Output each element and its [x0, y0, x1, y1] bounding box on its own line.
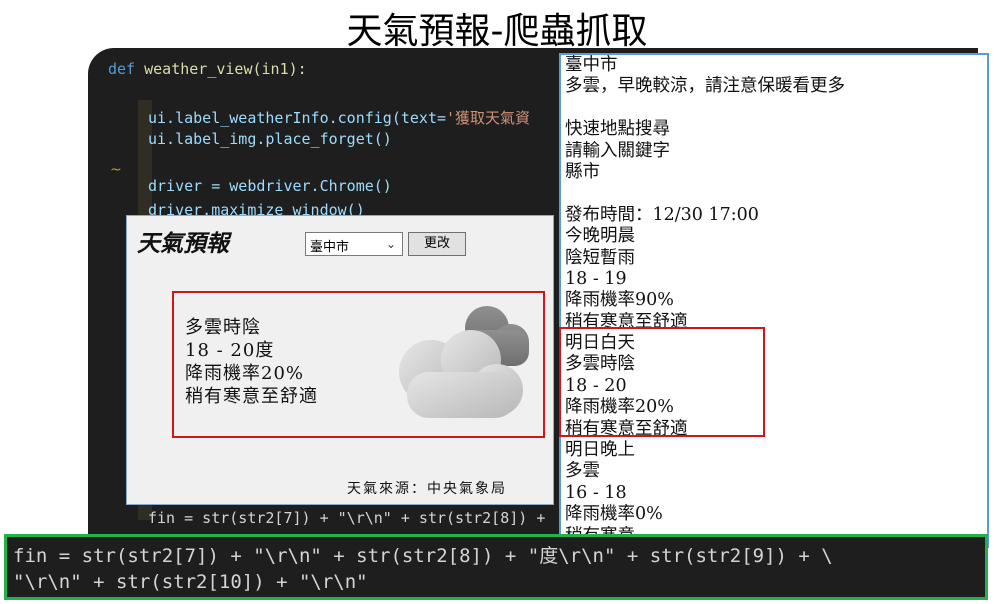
page-line: 降雨機率0%	[565, 504, 663, 525]
page-title: 天氣預報-爬蟲抓取	[346, 11, 648, 52]
page-line: 請輸入關鍵字	[565, 140, 670, 161]
city-select[interactable]: 臺中市 ⌄	[305, 232, 403, 256]
page-line	[561, 98, 987, 119]
page-line: 今晚明晨	[565, 226, 635, 247]
browser-page: 臺中市 多雲，早晚較涼，請注意保暖看更多 快速地點搜尋 請輸入關鍵字 縣市發布時間：12…	[559, 53, 989, 548]
code-line-fin: fin = str(str2[7]) + "\r\n" + str(str2[8…	[148, 509, 546, 527]
page-line: 多雲	[565, 461, 600, 482]
chevron-down-icon: ⌄	[385, 237, 396, 251]
code-line-2: "\r\n" + str(str2[10]) + "\r\n"	[13, 571, 368, 593]
page-line: 快速地點搜尋	[565, 119, 670, 140]
code-line-driver: driver = webdriver.Chrome()	[148, 177, 392, 195]
page-line: 降雨機率90%	[565, 290, 674, 311]
def-rest: weather_view(in1):	[135, 60, 307, 78]
change-button[interactable]: 更改	[408, 232, 466, 256]
page-line: 臺中市	[565, 55, 618, 75]
page-line: 明日晚上	[565, 440, 635, 461]
source-label: 天氣來源：中央氣象局	[347, 481, 507, 497]
city-select-value: 臺中市	[310, 240, 350, 255]
page-line: 發布時間：12/30 17:00	[565, 204, 759, 225]
app-title: 天氣預報	[137, 230, 229, 257]
squiggle-mark: ~	[110, 162, 122, 178]
page-line: 16 - 18	[565, 482, 627, 503]
page-line: 縣市	[565, 161, 600, 182]
page-line: 多雲，早晚較涼，請注意保暖看更多	[565, 76, 845, 97]
page-line: 18 - 19	[565, 268, 627, 289]
def-keyword: def	[108, 60, 136, 78]
highlighted-code: fin = str(str2[7]) + "\r\n" + str(str2[8…	[4, 534, 988, 600]
page-line	[561, 183, 987, 204]
code-line-def: def weather_view(in1):	[108, 60, 307, 78]
highlight-box-page	[559, 327, 765, 437]
code-label-a: ui.label_weatherInfo.config(text=	[148, 109, 447, 127]
cloudy-icon	[399, 306, 529, 418]
code-line-1: fin = str(str2[7]) + "\r\n" + str(str2[8…	[13, 545, 833, 567]
code-line-img: ui.label_img.place_forget()	[148, 130, 392, 148]
weather-page-text: 臺中市 多雲，早晚較涼，請注意保暖看更多 快速地點搜尋 請輸入關鍵字 縣市發布時間：12…	[561, 55, 987, 546]
page-line: 陰短暫雨	[565, 247, 635, 268]
code-label-b: '獲取天氣資	[446, 109, 531, 127]
weather-info-label: 多雲時陰 18 - 20度 降雨機率20% 稍有寒意至舒適	[185, 317, 318, 407]
code-line-label: ui.label_weatherInfo.config(text='獲取天氣資	[148, 107, 530, 128]
weather-app-window: 天氣預報 臺中市 ⌄ 更改 多雲時陰 18 - 20度 降雨機率20% 稍有寒意…	[126, 215, 554, 505]
